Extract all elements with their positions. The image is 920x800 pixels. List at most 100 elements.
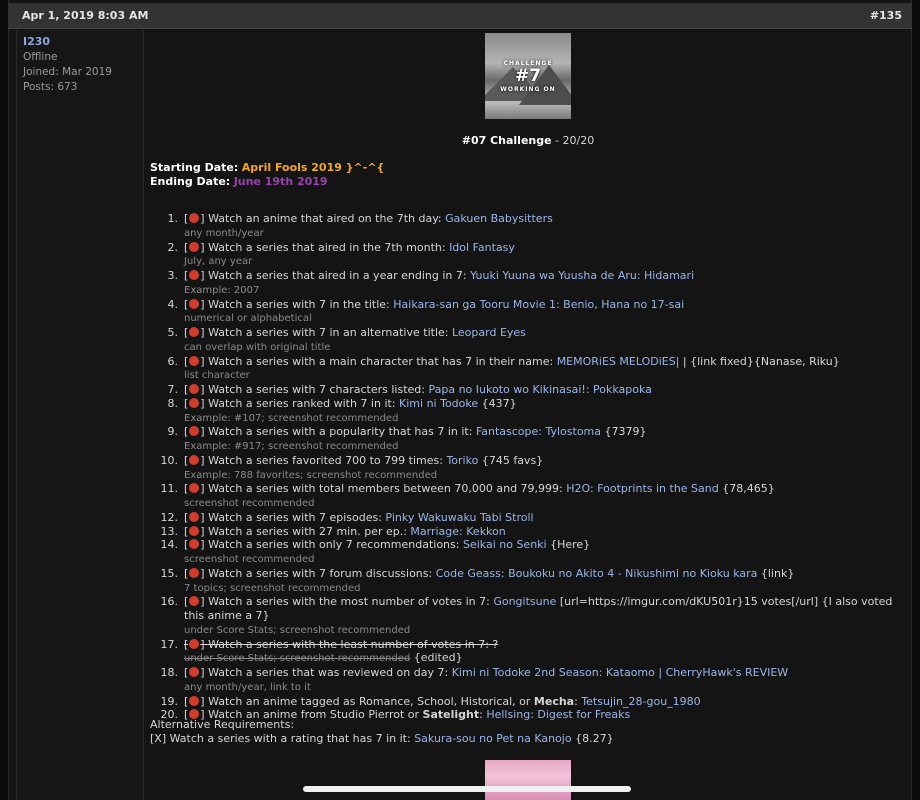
end-date-label: Ending Date: — [150, 175, 231, 188]
challenge-progress: - 20/20 — [551, 134, 595, 147]
item-text: [] Watch a series ranked with 7 in it: — [184, 396, 400, 410]
requirement-item: 3. [] Watch a series that aired in a year… — [150, 269, 906, 298]
home-indicator[interactable] — [303, 786, 631, 792]
item-text: [] Watch a series with only 7 recommenda… — [184, 538, 463, 552]
item-number: 6. — [167, 354, 179, 368]
banner-line2: #7 — [514, 66, 542, 86]
item-number: 1. — [167, 212, 179, 225]
item-note: can overlap with original title — [184, 341, 331, 353]
requirement-item: 6. [] Watch a series with a main characte… — [150, 355, 906, 384]
requirement-item: 5. [] Watch a series with 7 in an alterna… — [150, 326, 906, 355]
item-note: Example: #107; screenshot recommended — [184, 412, 399, 424]
item-text: [] Watch a series with total members bet… — [184, 482, 567, 496]
requirement-item: 10. [] Watch a series favorited 700 to 79… — [150, 454, 906, 483]
item-link[interactable]: Pinky Wakuwaku Tabi Stroll — [385, 511, 533, 524]
item-link[interactable]: Fantascope: Tylostoma — [476, 425, 601, 438]
item-number: 13. — [160, 524, 179, 538]
item-number: 8. — [167, 396, 179, 410]
red-circle-icon — [189, 327, 200, 337]
user-posts: Posts: 673 — [23, 81, 78, 93]
item-note: July, any year — [184, 256, 253, 268]
red-circle-icon — [189, 596, 200, 607]
requirement-item: 14. [] Watch a series with only 7 recomme… — [150, 538, 906, 567]
item-number: 4. — [167, 297, 179, 311]
item-suffix: {7379} — [601, 425, 647, 439]
item-link[interactable]: Gakuen Babysitters — [445, 212, 553, 225]
item-text: [] Watch a series that aired in the 7th … — [184, 240, 450, 254]
requirement-item: 17. [] Watch a series with the least numb… — [150, 638, 906, 667]
item-link[interactable]: Papa no Iukoto wo Kikinasai!: Pokkapoka — [428, 383, 651, 396]
item-link[interactable]: Kimi ni Todoke — [399, 397, 478, 410]
requirement-item: 18. [] Watch a series that was reviewed o… — [150, 666, 906, 695]
requirement-item: 12. [] Watch a series with 7 episodes: Pi… — [150, 511, 906, 525]
start-date-value: April Fools 2019 }^-^{ — [241, 161, 385, 174]
item-suffix: | {link fixed}{Nanase, Riku} — [679, 354, 840, 368]
item-text: [] Watch a series with 7 forum discussio… — [184, 566, 436, 580]
item-link[interactable]: Code Geass: Boukoku no Akito 4 - Nikushi… — [436, 567, 758, 580]
item-number: 10. — [160, 453, 179, 467]
item-note: under Score Stats; screenshot recommende… — [184, 653, 411, 665]
item-link[interactable]: Idol Fantasy — [449, 241, 515, 254]
start-date-label: Starting Date: — [150, 161, 239, 174]
item-text: [] Watch a series with a main character … — [184, 354, 557, 368]
item-number: 3. — [167, 269, 179, 282]
item-link[interactable]: Toriko — [446, 454, 478, 467]
item-note: screenshot recommended — [184, 554, 315, 565]
item-note: Example: 2007 — [184, 284, 260, 296]
item-link[interactable]: Marriage: Kekkon — [410, 525, 505, 538]
requirement-item: 19. [] Watch an anime tagged as Romance, … — [150, 695, 906, 709]
challenge-dates: Starting Date: April Fools 2019 }^-^{ En… — [150, 161, 384, 189]
item-suffix: {437} — [478, 396, 517, 410]
item-note: list character — [184, 370, 250, 382]
item-note: Example: 788 favorites; screenshot recom… — [184, 469, 438, 481]
requirement-item: 13. [] Watch a series with 27 min. per ep… — [150, 525, 906, 539]
item-link[interactable]: Tetsujin_28-gou_1980 — [581, 695, 700, 708]
red-circle-icon — [189, 483, 200, 494]
red-circle-icon — [189, 695, 200, 706]
item-link[interactable]: Leopard Eyes — [452, 326, 526, 339]
item-link[interactable]: MEMORiES MELODiES| — [557, 355, 680, 368]
item-text: [] Watch a series with 7 episodes: — [184, 510, 386, 524]
item-link[interactable]: Yuuki Yuuna wa Yuusha de Aru: Hidamari — [470, 269, 694, 282]
item-link[interactable]: Haikara-san ga Tooru Movie 1: Benio, Han… — [393, 298, 684, 311]
red-circle-icon — [189, 511, 200, 522]
item-number: 7. — [167, 383, 179, 396]
item-text: [] Watch a series that was reviewed on d… — [184, 666, 452, 679]
requirement-item: 2. [] Watch a series that aired in the 7t… — [150, 241, 906, 270]
item-text: [] Watch a series with the least number … — [184, 637, 499, 651]
item-number: 11. — [160, 482, 179, 496]
alt-line-link[interactable]: Sakura-sou no Pet na Kanojo — [414, 732, 571, 745]
banner-line3: WORKING ON — [500, 86, 556, 93]
item-suffix: {745 favs} — [478, 453, 544, 467]
red-circle-icon — [189, 638, 200, 649]
item-note: 7 topics; screenshot recommended — [184, 582, 361, 594]
alt-line-suffix: {8.27} — [571, 732, 614, 745]
item-text: [] Watch a series with 7 in the title: — [184, 297, 394, 311]
red-circle-icon — [189, 426, 200, 437]
item-number: 18. — [160, 666, 179, 679]
item-link[interactable]: Kimi ni Todoke 2nd Season: Kataomo | Che… — [452, 666, 788, 679]
requirements-list: 1. [] Watch an anime that aired on the 7t… — [150, 212, 906, 722]
item-link[interactable]: Seikai no Senki — [463, 538, 547, 551]
item-note: Example: #917; screenshot recommended — [184, 441, 399, 452]
post-number-link[interactable]: #135 — [870, 9, 902, 22]
red-circle-icon — [189, 567, 200, 578]
item-suffix: {link} — [757, 566, 795, 580]
item-bold: Mecha — [533, 694, 575, 708]
requirement-item: 8. [] Watch a series ranked with 7 in it:… — [150, 397, 906, 426]
alternative-requirements: Alternative Requirements: [X] Watch a se… — [150, 718, 614, 746]
item-suffix: {Here} — [546, 538, 591, 552]
alt-heading: Alternative Requirements: — [150, 718, 295, 731]
item-link[interactable]: H2O: Footprints in the Sand — [566, 482, 718, 495]
item-link[interactable]: Gongitsune — [493, 595, 556, 608]
requirement-item: 15. [] Watch a series with 7 forum discus… — [150, 567, 906, 596]
red-circle-icon — [189, 355, 200, 366]
item-note: any month/year, link to it — [184, 681, 311, 693]
item-note: screenshot recommended — [184, 498, 315, 509]
red-circle-icon — [189, 525, 200, 536]
item-number: 19. — [160, 694, 179, 708]
challenge-banner-image: CHALLENGE #7 WORKING ON — [485, 33, 571, 119]
item-number: 14. — [160, 538, 179, 552]
item-text: [] Watch an anime that aired on the 7th … — [184, 212, 446, 225]
username-link[interactable]: I230 — [23, 35, 137, 48]
